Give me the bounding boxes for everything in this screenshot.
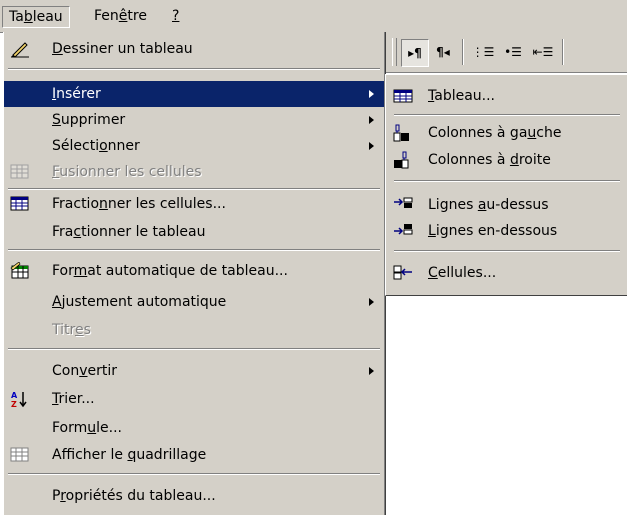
menu-item-label: Supprimer: [52, 112, 126, 128]
menu-item-fractionner-cellules[interactable]: Fractionner les cellules...: [4, 191, 384, 217]
menu-separator: [8, 249, 380, 251]
gridlines-icon: [10, 446, 30, 464]
menu-help-accel: ?: [172, 8, 180, 24]
menu-item-label: Titres: [52, 322, 91, 338]
submenu-item-label: Colonnes à droite: [428, 152, 551, 168]
menu-item-label: Sélectionner: [52, 138, 140, 154]
submenu-separator: [394, 114, 620, 116]
submenu-arrow-icon: [369, 116, 374, 124]
bullets-icon: •☰: [504, 45, 522, 59]
pencil-icon: [10, 40, 30, 58]
menu-tableau[interactable]: Tableau: [2, 6, 70, 28]
numbering-icon: ⋮☰: [471, 45, 495, 59]
submenu-item-tableau[interactable]: Tableau...: [386, 83, 626, 109]
submenu-item-label: Cellules...: [428, 265, 497, 281]
decrease-indent-icon: ⇤☰: [532, 45, 554, 59]
menu-item-label: Dessiner un tableau: [52, 41, 193, 57]
menu-item-label: Fusionner les cellules: [52, 164, 202, 180]
submenu-item-lignes-au-dessus[interactable]: Lignes au-dessus: [386, 192, 626, 218]
menu-item-label: Formule...: [52, 420, 123, 436]
menu-fenetre-label: Fen: [94, 8, 119, 24]
toolbar-separator: [562, 39, 564, 65]
toolbar-separator: [462, 39, 464, 65]
menu-item-convertir[interactable]: Convertir: [4, 358, 384, 384]
menu-fenetre[interactable]: Fenêtre: [88, 6, 153, 26]
insert-rows-above-icon: [392, 196, 414, 214]
menu-item-supprimer[interactable]: Supprimer: [4, 107, 384, 133]
menu-item-fractionner-tableau[interactable]: Fractionner le tableau: [4, 219, 384, 245]
tableau-dropdown-menu: Dessiner un tableau Insérer Supprimer Sé…: [3, 32, 386, 515]
menu-item-titres: Titres: [4, 317, 384, 343]
menu-separator: [8, 473, 380, 475]
insert-columns-left-icon: [392, 124, 414, 142]
submenu-item-label: Tableau...: [428, 88, 496, 104]
menu-item-dessiner-tableau[interactable]: Dessiner un tableau: [4, 36, 384, 62]
submenu-item-cellules[interactable]: Cellules...: [386, 260, 626, 286]
insert-columns-right-icon: [392, 151, 414, 169]
submenu-arrow-icon: [369, 298, 374, 306]
submenu-separator: [394, 250, 620, 252]
menu-fenetre-label-rest: tre: [127, 8, 147, 24]
menu-item-format-automatique[interactable]: Format automatique de tableau...: [4, 258, 384, 284]
sort-az-icon: AZ: [10, 390, 30, 409]
insert-cells-icon: [392, 264, 414, 282]
menu-item-ajustement-automatique[interactable]: Ajustement automatique: [4, 289, 384, 315]
submenu-item-colonnes-droite[interactable]: Colonnes à droite: [386, 147, 626, 173]
numbering-button[interactable]: ⋮☰: [470, 39, 496, 65]
menu-bar: Tableau Fenêtre ?: [0, 0, 627, 33]
right-to-left-icon: ¶◂: [436, 45, 450, 59]
menu-item-afficher-quadrillage[interactable]: Afficher le quadrillage: [4, 442, 384, 468]
formatting-toolbar: ▸¶ ¶◂ ⋮☰ •☰ ⇤☰: [384, 32, 627, 73]
menu-item-label: Afficher le quadrillage: [52, 447, 207, 463]
menu-item-label: Fractionner les cellules...: [52, 196, 226, 212]
svg-text:Z: Z: [11, 400, 17, 408]
menu-item-trier[interactable]: AZ Trier...: [4, 386, 384, 412]
menu-item-label: Insérer: [52, 86, 101, 102]
insert-rows-below-icon: [392, 222, 414, 240]
merge-cells-icon: [10, 163, 30, 181]
submenu-separator: [394, 180, 620, 182]
left-to-right-icon: ▸¶: [408, 46, 422, 60]
submenu-item-label: Lignes en-dessous: [428, 223, 558, 239]
table-autoformat-icon: [10, 261, 30, 280]
submenu-item-colonnes-gauche[interactable]: Colonnes à gauche: [386, 120, 626, 146]
decrease-indent-button[interactable]: ⇤☰: [530, 39, 556, 65]
split-cells-icon: [10, 195, 30, 213]
toolbar-grip[interactable]: [392, 38, 397, 66]
menu-item-label: Ajustement automatique: [52, 294, 227, 310]
insert-table-icon: [392, 87, 414, 105]
submenu-arrow-icon: [369, 367, 374, 375]
menu-item-label: Convertir: [52, 363, 118, 379]
menu-item-label: Trier...: [52, 391, 95, 407]
right-to-left-button[interactable]: ¶◂: [430, 39, 456, 65]
menu-item-inserer[interactable]: Insérer: [4, 81, 384, 107]
menu-tableau-accel: b: [23, 9, 33, 25]
menu-item-proprietes-tableau[interactable]: Propriétés du tableau...: [4, 483, 384, 509]
menu-separator: [8, 188, 380, 190]
submenu-arrow-icon: [369, 142, 374, 150]
menu-item-label: Propriétés du tableau...: [52, 488, 216, 504]
menu-item-label: Format automatique de tableau...: [52, 263, 288, 279]
submenu-item-label: Lignes au-dessus: [428, 197, 549, 213]
left-to-right-button[interactable]: ▸¶: [401, 39, 429, 67]
menu-help[interactable]: ?: [166, 6, 185, 26]
svg-text:A: A: [11, 391, 18, 400]
menu-item-formule[interactable]: Formule...: [4, 415, 384, 441]
submenu-item-label: Colonnes à gauche: [428, 125, 562, 141]
menu-tableau-label-rest: leau: [32, 9, 63, 25]
menu-separator: [8, 348, 380, 350]
submenu-item-lignes-en-dessous[interactable]: Lignes en-dessous: [386, 218, 626, 244]
bullets-button[interactable]: •☰: [500, 39, 526, 65]
menu-item-selectionner[interactable]: Sélectionner: [4, 133, 384, 159]
menu-tableau-label: Ta: [9, 9, 24, 25]
menu-item-label: Fractionner le tableau: [52, 224, 206, 240]
inserer-submenu: Tableau... Colonnes à gauche Colonnes à …: [385, 74, 627, 296]
submenu-arrow-icon: [369, 90, 374, 98]
menu-item-fusionner-cellules: Fusionner les cellules: [4, 159, 384, 185]
menu-separator: [8, 68, 380, 70]
